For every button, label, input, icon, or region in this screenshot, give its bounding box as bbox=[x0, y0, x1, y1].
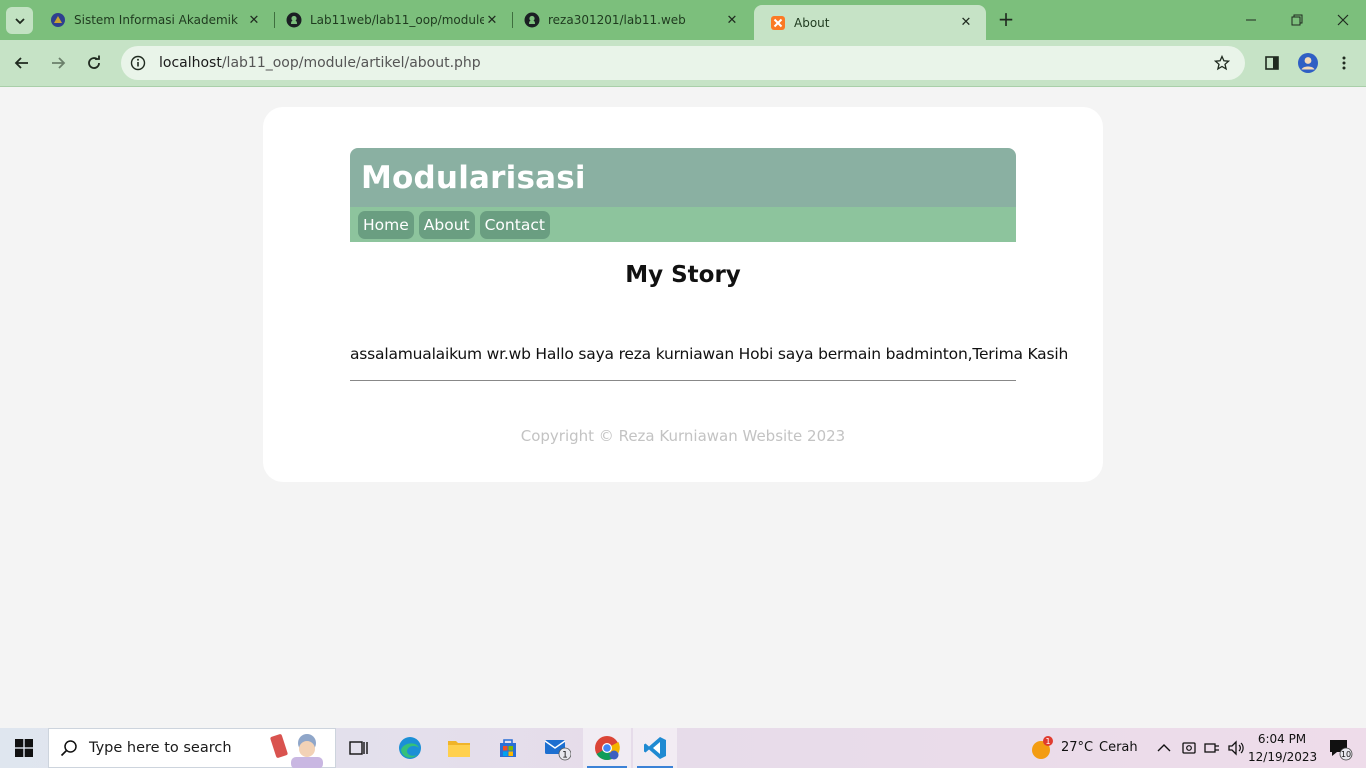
site-nav: Home About Contact bbox=[350, 207, 1016, 242]
chevron-up-icon[interactable] bbox=[1152, 728, 1176, 768]
page-container: Modularisasi Home About Contact My Story… bbox=[263, 107, 1103, 482]
university-icon bbox=[50, 12, 66, 28]
bookmark-star-icon[interactable] bbox=[1211, 52, 1233, 74]
restore-icon[interactable] bbox=[1274, 0, 1320, 40]
windows-start-icon[interactable] bbox=[0, 728, 48, 768]
vscode-icon[interactable] bbox=[633, 728, 677, 768]
tab-reza301201[interactable]: reza301201/lab11.web ✕ bbox=[508, 0, 752, 40]
close-icon[interactable]: ✕ bbox=[724, 12, 740, 28]
system-clock[interactable]: 6:04 PM 12/19/2023 bbox=[1248, 730, 1318, 766]
browser-toolbar: localhost/lab11_oop/module/artikel/about… bbox=[0, 40, 1366, 87]
divider bbox=[350, 380, 1016, 381]
github-icon bbox=[286, 12, 302, 28]
profile-avatar-icon[interactable] bbox=[1295, 50, 1321, 76]
new-tab-plus-icon[interactable]: + bbox=[996, 9, 1016, 30]
xampp-icon bbox=[770, 15, 786, 31]
close-icon[interactable]: ✕ bbox=[958, 15, 974, 31]
search-placeholder: Type here to search bbox=[89, 740, 232, 756]
search-highlight-illustration bbox=[270, 734, 323, 768]
search-icon bbox=[49, 739, 89, 757]
windows-taskbar: Type here to search 1 1 27°C Cerah 6:04 … bbox=[0, 728, 1366, 768]
taskbar-search-box[interactable]: Type here to search bbox=[48, 728, 336, 768]
file-explorer-icon[interactable] bbox=[436, 728, 482, 768]
site-header: Modularisasi bbox=[350, 148, 1016, 207]
nav-link-contact[interactable]: Contact bbox=[479, 210, 550, 239]
tab-strip: Sistem Informasi Akademik ✕ Lab11web/lab… bbox=[0, 0, 1366, 40]
tab-sistem-informasi[interactable]: Sistem Informasi Akademik ✕ bbox=[34, 0, 274, 40]
tab-title: reza301201/lab11.web bbox=[548, 13, 686, 27]
clock-time: 6:04 PM bbox=[1257, 732, 1307, 746]
page-heading: My Story bbox=[625, 262, 741, 288]
network-icon[interactable] bbox=[1201, 728, 1223, 768]
volume-icon[interactable] bbox=[1224, 728, 1248, 768]
github-icon bbox=[524, 12, 540, 28]
site-info-icon[interactable] bbox=[123, 48, 153, 78]
microsoft-store-icon[interactable] bbox=[485, 728, 531, 768]
page-viewport: Modularisasi Home About Contact My Story… bbox=[0, 88, 1366, 728]
task-view-icon[interactable] bbox=[336, 728, 382, 768]
forward-arrow-icon[interactable] bbox=[45, 50, 71, 76]
site-title: Modularisasi bbox=[361, 160, 586, 196]
close-icon[interactable]: ✕ bbox=[246, 12, 262, 28]
meet-now-icon[interactable] bbox=[1178, 728, 1200, 768]
menu-kebab-icon[interactable] bbox=[1331, 50, 1357, 76]
address-bar[interactable]: localhost/lab11_oop/module/artikel/about… bbox=[121, 46, 1245, 80]
mail-icon[interactable]: 1 bbox=[534, 728, 580, 768]
tab-title: Sistem Informasi Akademik bbox=[74, 13, 238, 27]
back-arrow-icon[interactable] bbox=[9, 50, 35, 76]
tab-about[interactable]: About ✕ bbox=[754, 5, 986, 40]
side-panel-icon[interactable] bbox=[1259, 50, 1285, 76]
weather-badge: 1 bbox=[1045, 737, 1050, 746]
tab-lab11web[interactable]: Lab11web/lab11_oop/module/ ✕ bbox=[270, 0, 512, 40]
weather-temp[interactable]: 27°C bbox=[1061, 740, 1093, 755]
weather-desc[interactable]: Cerah bbox=[1099, 740, 1138, 755]
url-host: localhost bbox=[159, 55, 222, 71]
tab-title: About bbox=[794, 15, 830, 30]
clock-date: 12/19/2023 bbox=[1248, 750, 1318, 764]
chevron-down-icon bbox=[14, 17, 25, 24]
close-icon[interactable]: ✕ bbox=[484, 12, 500, 28]
edge-browser-icon[interactable] bbox=[387, 728, 433, 768]
weather-sun-icon[interactable]: 1 bbox=[1026, 728, 1056, 768]
nav-link-home[interactable]: Home bbox=[358, 210, 414, 239]
reload-icon[interactable] bbox=[81, 50, 107, 76]
chrome-icon[interactable] bbox=[583, 728, 631, 768]
story-body-text: assalamualaikum wr.wb Hallo saya reza ku… bbox=[350, 345, 1069, 363]
nav-link-about[interactable]: About bbox=[418, 210, 475, 239]
footer-copyright: Copyright © Reza Kurniawan Website 2023 bbox=[520, 427, 846, 445]
tab-search-button[interactable] bbox=[6, 7, 33, 34]
notification-center-icon[interactable]: 10 bbox=[1320, 728, 1360, 768]
notification-badge: 10 bbox=[1341, 750, 1351, 759]
url-path: /lab11_oop/module/artikel/about.php bbox=[221, 55, 481, 71]
minimize-icon[interactable] bbox=[1228, 0, 1274, 40]
mail-badge: 1 bbox=[562, 751, 568, 761]
tab-title: Lab11web/lab11_oop/module/ bbox=[310, 13, 484, 27]
window-close-icon[interactable] bbox=[1320, 0, 1366, 40]
url-text: localhost/lab11_oop/module/artikel/about… bbox=[159, 55, 481, 71]
